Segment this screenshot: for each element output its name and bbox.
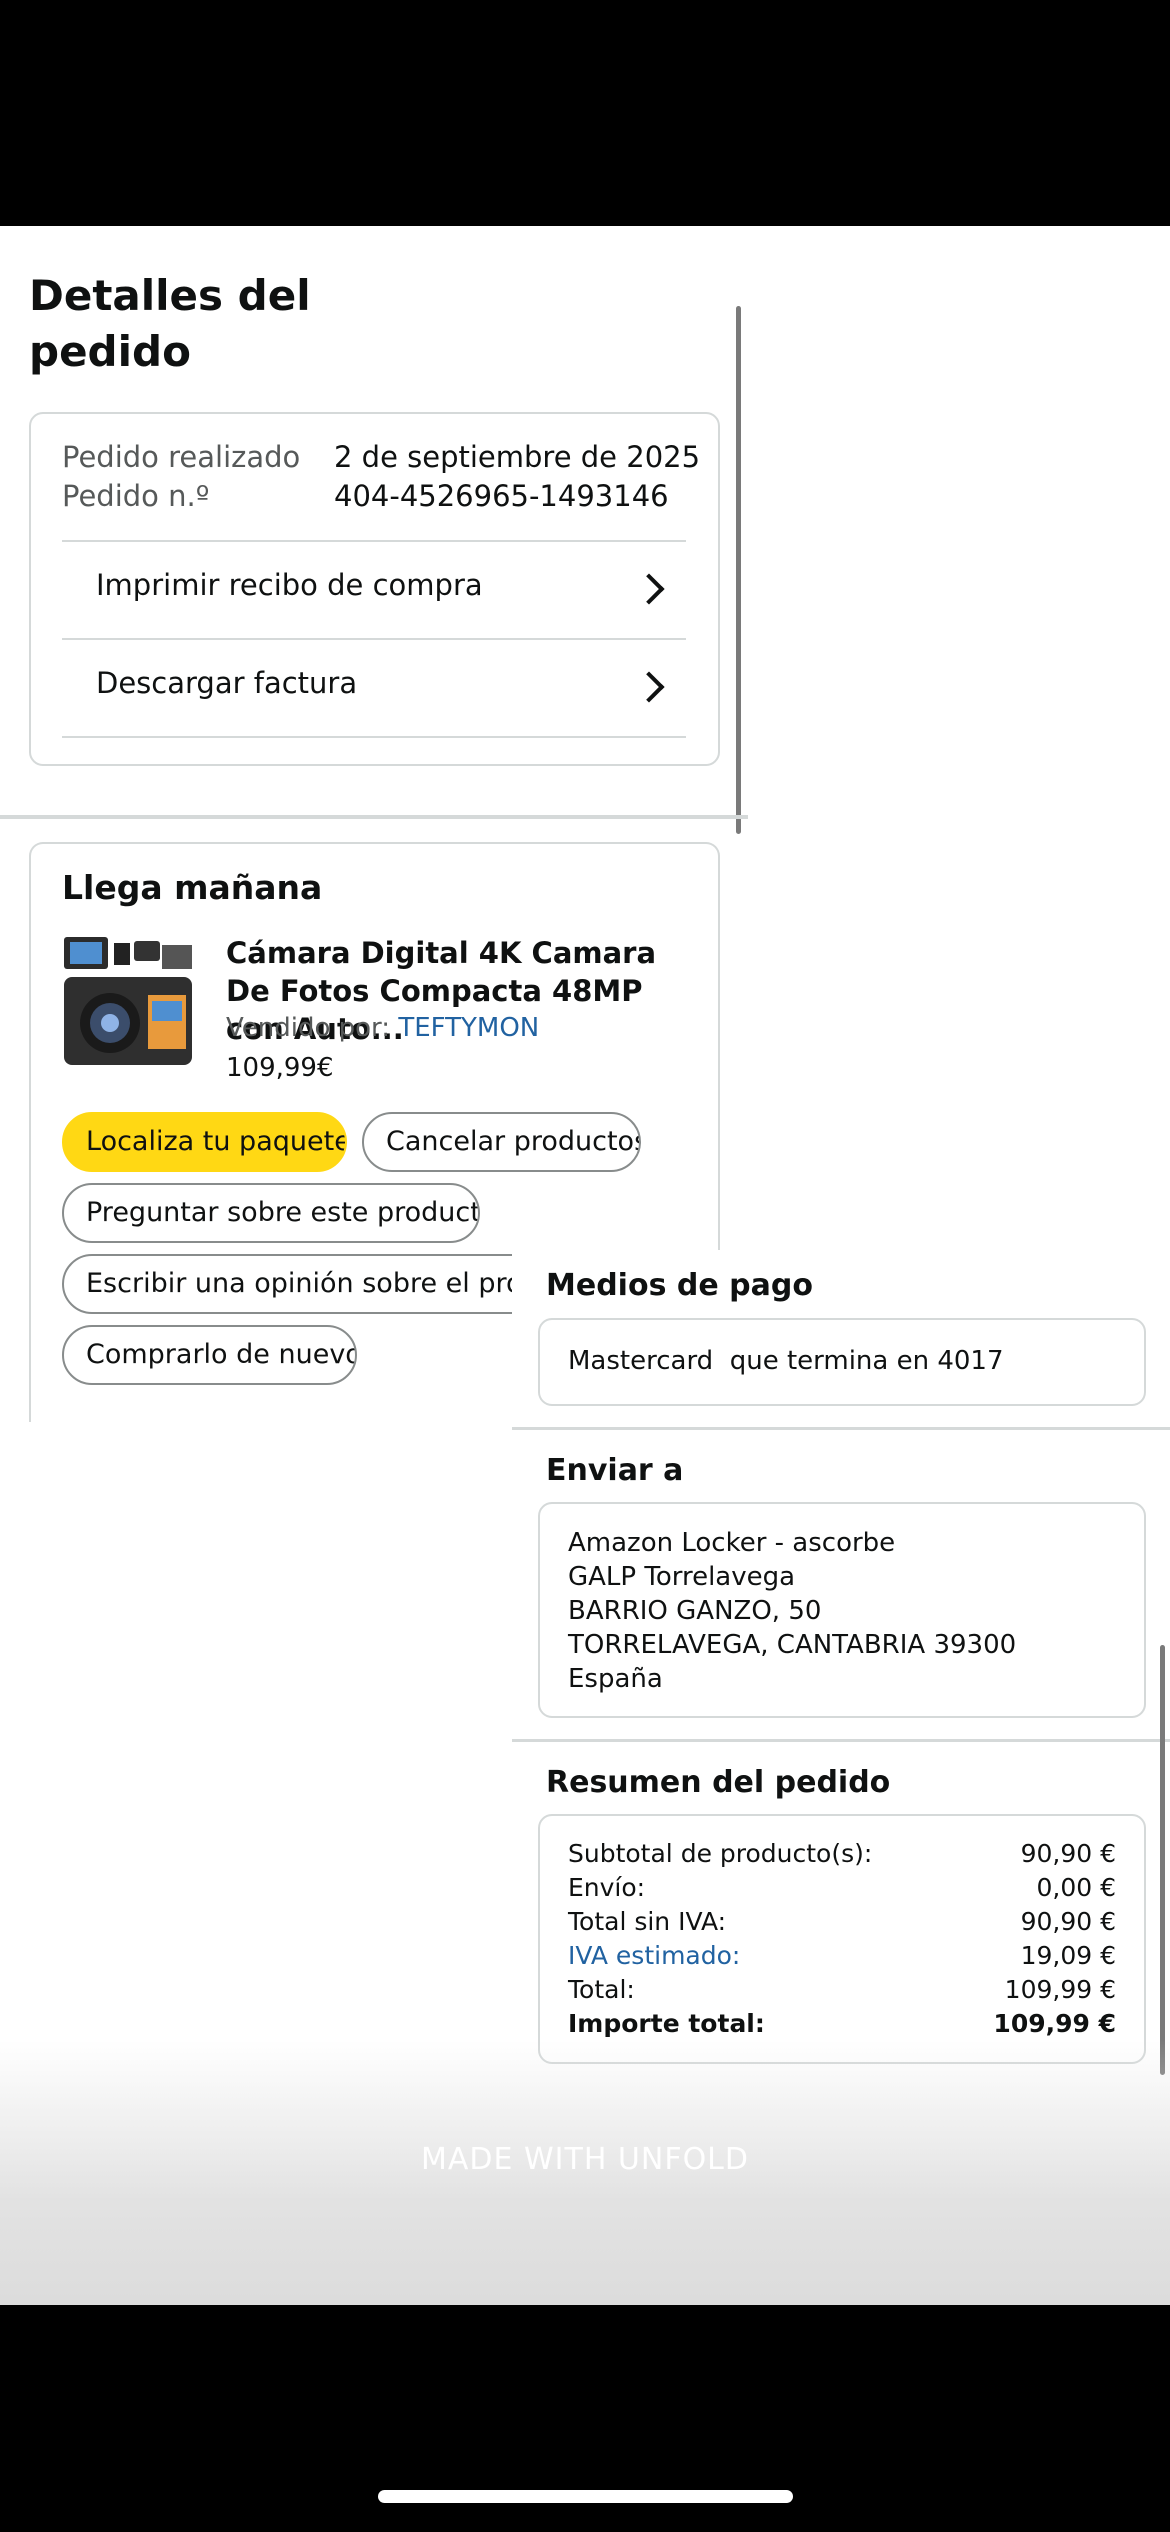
buy-again-button[interactable]: Comprarlo de nuevo <box>62 1325 357 1385</box>
ask-product-question-button[interactable]: Preguntar sobre este producto <box>62 1183 480 1243</box>
summary-label: Subtotal de producto(s): <box>568 1839 873 1868</box>
summary-value: 19,09 € <box>1020 1941 1116 1970</box>
order-number-label: Pedido n.º <box>62 479 210 513</box>
address-line: España <box>568 1664 663 1694</box>
seller-line: Vendido por: TEFTYMON <box>226 1013 539 1043</box>
payment-method: Mastercard que termina en 4017 <box>568 1346 1004 1376</box>
summary-label: Importe total: <box>568 2009 765 2038</box>
summary-row-grand-total: Importe total: 109,99 € <box>568 2009 1116 2038</box>
summary-value: 90,90 € <box>1020 1907 1116 1936</box>
address-line: Amazon Locker - ascorbe <box>568 1528 896 1558</box>
section-separator <box>0 815 748 819</box>
download-invoice-label: Descargar factura <box>96 666 358 700</box>
summary-title: Resumen del pedido <box>546 1765 891 1800</box>
status-bar-area <box>0 0 1170 226</box>
summary-row: IVA estimado: 19,09 € <box>568 1941 1116 1970</box>
summary-value: 109,99 € <box>993 2009 1116 2038</box>
section-separator <box>512 1739 1170 1742</box>
summary-label: Total sin IVA: <box>568 1907 727 1936</box>
summary-value: 109,99 € <box>1004 1975 1116 2004</box>
download-invoice-link[interactable]: Descargar factura <box>62 640 686 736</box>
home-indicator[interactable] <box>378 2490 793 2503</box>
seller-label: Vendido por: <box>226 1013 391 1043</box>
divider <box>62 736 686 738</box>
order-number-value: 404-4526965-1493146 <box>334 479 669 513</box>
seller-link[interactable]: TEFTYMON <box>398 1013 539 1043</box>
shipping-address-card: Amazon Locker - ascorbe GALP Torrelavega… <box>538 1502 1146 1718</box>
address-line: GALP Torrelavega <box>568 1562 796 1592</box>
summary-row: Total sin IVA: 90,90 € <box>568 1907 1116 1936</box>
summary-value: 90,90 € <box>1020 1839 1116 1868</box>
product-price: 109,99€ <box>226 1053 334 1083</box>
delivery-title: Llega mañana <box>62 868 323 907</box>
summary-label: Envío: <box>568 1873 646 1902</box>
print-receipt-label: Imprimir recibo de compra <box>96 568 483 602</box>
summary-label: Total: <box>568 1975 635 2004</box>
order-date-value: 2 de septiembre de 2025 <box>334 440 701 474</box>
write-review-button[interactable]: Escribir una opinión sobre el producto <box>62 1254 562 1314</box>
track-package-button[interactable]: Localiza tu paquete <box>62 1112 347 1172</box>
section-separator <box>512 1427 1170 1430</box>
chevron-right-icon <box>633 573 665 605</box>
scrollbar[interactable] <box>736 306 741 834</box>
scrollbar[interactable] <box>1160 1645 1165 2075</box>
payment-title: Medios de pago <box>546 1268 813 1303</box>
chevron-right-icon <box>633 671 665 703</box>
order-date-label: Pedido realizado <box>62 440 301 474</box>
summary-row: Subtotal de producto(s): 90,90 € <box>568 1839 1116 1868</box>
address-line: TORRELAVEGA, CANTABRIA 39300 <box>568 1630 1017 1660</box>
summary-value: 0,00 € <box>1036 1873 1116 1902</box>
shipping-title: Enviar a <box>546 1453 684 1488</box>
summary-row: Envío: 0,00 € <box>568 1873 1116 1902</box>
watermark: MADE WITH UNFOLD <box>420 2142 749 2177</box>
print-receipt-link[interactable]: Imprimir recibo de compra <box>62 542 686 638</box>
page-title: Detalles del pedido <box>29 271 311 376</box>
summary-row: Total: 109,99 € <box>568 1975 1116 2004</box>
address-line: BARRIO GANZO, 50 <box>568 1596 822 1626</box>
estimated-vat-link[interactable]: IVA estimado: <box>568 1941 740 1970</box>
cancel-items-button[interactable]: Cancelar productos <box>362 1112 641 1172</box>
payment-card: Mastercard que termina en 4017 <box>538 1318 1146 1406</box>
product-image[interactable] <box>62 935 196 1069</box>
